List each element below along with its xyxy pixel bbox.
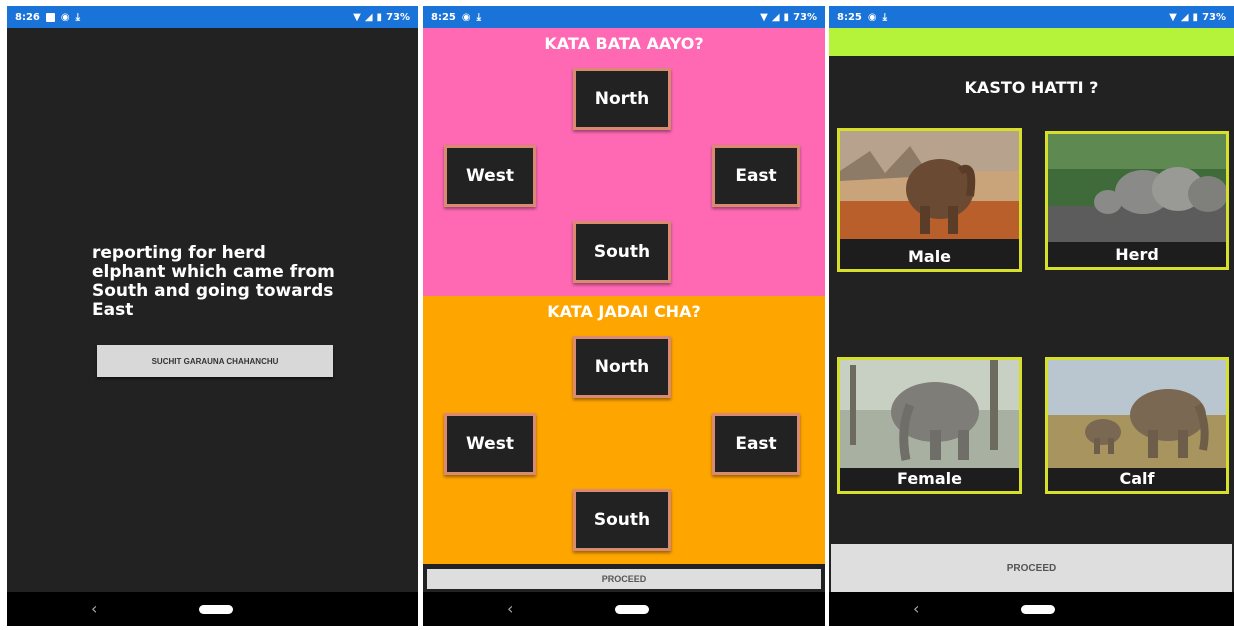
signal-icon: ◢	[771, 11, 780, 23]
signal-icon: ◢	[364, 11, 373, 23]
header-bar	[829, 28, 1234, 56]
confirm-report-button[interactable]: SUCHIT GARAUNA CHAHANCHU	[97, 345, 333, 377]
female-elephant-image	[840, 360, 1019, 468]
battery-icon: ▮	[376, 11, 383, 23]
female-option-card[interactable]: Female	[837, 357, 1022, 494]
status-time: 8:25	[837, 11, 862, 23]
back-icon[interactable]: ‹	[507, 599, 513, 618]
type-question: KASTO HATTI ?	[964, 78, 1099, 97]
proceed-button[interactable]: PROCEED	[831, 544, 1232, 592]
home-icon[interactable]	[199, 605, 233, 614]
status-time: 8:26	[15, 11, 40, 23]
notification-icon	[45, 12, 55, 22]
home-icon[interactable]	[1021, 605, 1055, 614]
herd-elephant-image	[1048, 134, 1226, 242]
to-east-button[interactable]: East	[712, 413, 800, 475]
battery-icon: ▮	[783, 11, 790, 23]
proceed-button[interactable]: PROCEED	[427, 569, 821, 589]
nav-bar: ‹	[829, 592, 1234, 626]
to-north-button[interactable]: North	[573, 336, 671, 398]
from-question: KATA BATA AAYO?	[544, 34, 704, 53]
male-label: Male	[907, 247, 952, 266]
status-bar: 8:25 ◉ ⤓ ▼ ◢ ▮ 73%	[423, 6, 825, 28]
male-option-card[interactable]: Male	[837, 128, 1022, 272]
male-elephant-image	[840, 131, 1019, 239]
download-icon: ⤓	[75, 11, 81, 23]
nav-bar: ‹	[423, 592, 825, 626]
to-question: KATA JADAI CHA?	[547, 302, 701, 321]
from-direction-section: KATA BATA AAYO? North West East South	[423, 28, 825, 296]
female-label: Female	[897, 469, 962, 488]
calf-label: Calf	[1119, 469, 1155, 488]
calf-elephant-image	[1048, 360, 1226, 468]
status-time: 8:25	[431, 11, 456, 23]
from-west-button[interactable]: West	[444, 145, 536, 207]
from-east-button[interactable]: East	[712, 145, 800, 207]
sync-icon: ◉	[60, 11, 70, 23]
wifi-icon: ▼	[1169, 11, 1177, 23]
sync-icon: ◉	[461, 11, 471, 23]
to-direction-section: KATA JADAI CHA? North West East South	[423, 296, 825, 564]
calf-option-card[interactable]: Calf	[1045, 357, 1229, 494]
battery-icon: ▮	[1192, 11, 1199, 23]
herd-label: Herd	[1115, 245, 1159, 264]
battery-percent: 73%	[386, 11, 410, 23]
from-south-button[interactable]: South	[573, 221, 671, 283]
battery-percent: 73%	[1202, 11, 1226, 23]
wifi-icon: ▼	[353, 11, 361, 23]
wifi-icon: ▼	[760, 11, 768, 23]
screen-direction: 8:25 ◉ ⤓ ▼ ◢ ▮ 73% KATA BATA AAYO? North…	[423, 6, 825, 626]
nav-bar: ‹	[7, 592, 418, 626]
battery-percent: 73%	[793, 11, 817, 23]
report-message: reporting for herd elphant which came fr…	[92, 243, 335, 320]
download-icon: ⤓	[476, 11, 482, 23]
screen-elephant-type: 8:25 ◉ ⤓ ▼ ◢ ▮ 73% KASTO HATTI ? Male He…	[829, 6, 1234, 626]
screen-report: 8:26 ◉ ⤓ ▼ ◢ ▮ 73% reporting for herd el…	[7, 6, 418, 626]
status-bar: 8:25 ◉ ⤓ ▼ ◢ ▮ 73%	[829, 6, 1234, 28]
herd-option-card[interactable]: Herd	[1045, 131, 1229, 270]
status-bar: 8:26 ◉ ⤓ ▼ ◢ ▮ 73%	[7, 6, 418, 28]
back-icon[interactable]: ‹	[91, 599, 97, 618]
to-west-button[interactable]: West	[444, 413, 536, 475]
back-icon[interactable]: ‹	[913, 599, 919, 618]
download-icon: ⤓	[882, 11, 888, 23]
sync-icon: ◉	[867, 11, 877, 23]
from-north-button[interactable]: North	[573, 68, 671, 130]
to-south-button[interactable]: South	[573, 489, 671, 551]
signal-icon: ◢	[1180, 11, 1189, 23]
home-icon[interactable]	[615, 605, 649, 614]
